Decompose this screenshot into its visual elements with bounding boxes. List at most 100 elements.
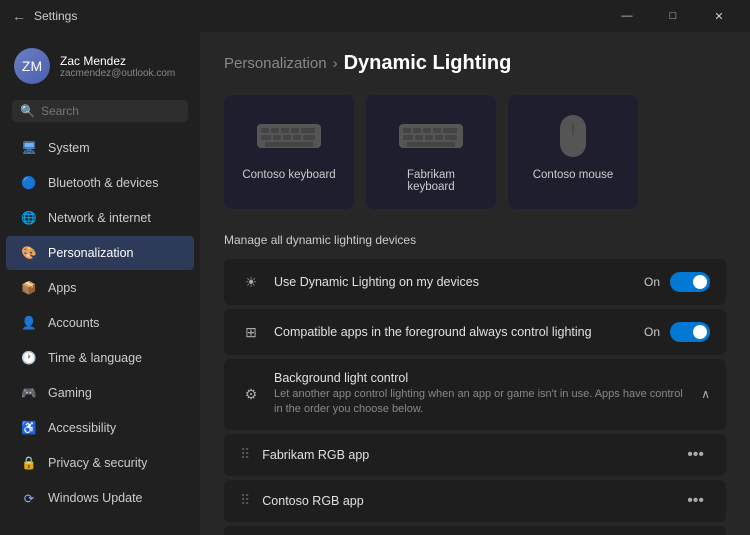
sidebar-item-accessibility[interactable]: ♿ Accessibility xyxy=(6,411,194,445)
avatar: ZM xyxy=(14,48,50,84)
bluetooth-icon: 🔵 xyxy=(20,174,38,192)
app-label-contoso-rgb: Contoso RGB app xyxy=(262,494,669,508)
accounts-icon: 👤 xyxy=(20,314,38,332)
personalization-icon: 🎨 xyxy=(20,244,38,262)
app-row-contoso-rgb: ⠿ Contoso RGB app ••• xyxy=(224,480,726,522)
sidebar-label-update: Windows Update xyxy=(48,491,143,505)
more-button-contoso-rgb[interactable]: ••• xyxy=(681,490,710,512)
page-header: Personalization › Dynamic Lighting xyxy=(224,52,726,75)
settings-rows: ☀ Use Dynamic Lighting on my devices On … xyxy=(224,259,726,430)
setting-row-brightness: ☀ Brightness Reset for all devices xyxy=(224,526,726,535)
time-icon: 🕐 xyxy=(20,349,38,367)
update-icon: ⟳ xyxy=(20,489,38,507)
chevron-background-light: ∧ xyxy=(701,387,710,401)
device-card-contoso-mouse[interactable]: Contoso mouse xyxy=(508,95,638,209)
sidebar-label-privacy: Privacy & security xyxy=(48,456,147,470)
search-icon: 🔍 xyxy=(20,104,35,118)
app-list-rows: ⠿ Fabrikam RGB app ••• ⠿ Contoso RGB app… xyxy=(224,434,726,522)
titlebar: ← Settings — □ ✕ xyxy=(0,0,750,32)
device-icon-area xyxy=(538,111,608,161)
setting-row-background-light: ⚙ Background light control Let another a… xyxy=(224,359,726,430)
setting-text-use-dynamic-lighting: Use Dynamic Lighting on my devices xyxy=(274,275,632,289)
sidebar-label-system: System xyxy=(48,141,90,155)
sidebar-label-apps: Apps xyxy=(48,281,77,295)
more-button-fabrikam-rgb[interactable]: ••• xyxy=(681,444,710,466)
sidebar-item-bluetooth[interactable]: 🔵 Bluetooth & devices xyxy=(6,166,194,200)
gaming-icon: 🎮 xyxy=(20,384,38,402)
setting-text-compatible-apps: Compatible apps in the foreground always… xyxy=(274,325,632,339)
sidebar-item-apps[interactable]: 📦 Apps xyxy=(6,271,194,305)
sidebar-item-network[interactable]: 🌐 Network & internet xyxy=(6,201,194,235)
sidebar-item-time[interactable]: 🕐 Time & language xyxy=(6,341,194,375)
sidebar-label-gaming: Gaming xyxy=(48,386,92,400)
privacy-icon: 🔒 xyxy=(20,454,38,472)
sidebar-item-accounts[interactable]: 👤 Accounts xyxy=(6,306,194,340)
minimize-button[interactable]: — xyxy=(604,0,650,32)
titlebar-title: Settings xyxy=(34,9,77,23)
app-row-fabrikam-rgb: ⠿ Fabrikam RGB app ••• xyxy=(224,434,726,476)
setting-title-background-light: Background light control xyxy=(274,371,689,385)
app-label-fabrikam-rgb: Fabrikam RGB app xyxy=(262,448,669,462)
device-label-fabrikam-keyboard: Fabrikam keyboard xyxy=(382,169,480,193)
sidebar-label-time: Time & language xyxy=(48,351,142,365)
toggle-compatible-apps[interactable] xyxy=(670,322,710,342)
sidebar-item-personalization[interactable]: 🎨 Personalization xyxy=(6,236,194,270)
toggle-label-compatible-apps: On xyxy=(644,325,660,339)
setting-title-compatible-apps: Compatible apps in the foreground always… xyxy=(274,325,632,339)
sidebar-item-privacy[interactable]: 🔒 Privacy & security xyxy=(6,446,194,480)
bottom-settings-rows: ☀ Brightness Reset for all devices ✏ Eff… xyxy=(224,526,726,535)
sidebar-item-system[interactable]: 🖥 System xyxy=(6,131,194,165)
sidebar-label-network: Network & internet xyxy=(48,211,151,225)
sidebar-label-accessibility: Accessibility xyxy=(48,421,116,435)
sidebar: ZM Zac Mendez zacmendez@outlook.com 🔍 🖥 … xyxy=(0,32,200,535)
titlebar-controls: — □ ✕ xyxy=(604,0,742,32)
toggle-label-use-dynamic-lighting: On xyxy=(644,275,660,289)
setting-desc-background-light: Let another app control lighting when an… xyxy=(274,387,689,418)
sidebar-label-accounts: Accounts xyxy=(48,316,99,330)
setting-row-compatible-apps: ⊞ Compatible apps in the foreground alwa… xyxy=(224,309,726,355)
drag-handle-fabrikam-rgb[interactable]: ⠿ xyxy=(240,446,250,463)
app-body: ZM Zac Mendez zacmendez@outlook.com 🔍 🖥 … xyxy=(0,32,750,535)
back-icon[interactable]: ← xyxy=(12,8,26,24)
close-button[interactable]: ✕ xyxy=(696,0,742,32)
device-label-contoso-keyboard: Contoso keyboard xyxy=(242,169,335,181)
toggle-group-use-dynamic-lighting: On xyxy=(644,272,710,292)
toggle-group-compatible-apps: On xyxy=(644,322,710,342)
apps-icon: 📦 xyxy=(20,279,38,297)
page-title: Dynamic Lighting xyxy=(344,52,512,75)
content-area: Personalization › Dynamic Lighting Conto… xyxy=(200,32,750,535)
user-section: ZM Zac Mendez zacmendez@outlook.com xyxy=(0,36,200,96)
accessibility-icon: ♿ xyxy=(20,419,38,437)
sidebar-item-gaming[interactable]: 🎮 Gaming xyxy=(6,376,194,410)
toggle-use-dynamic-lighting[interactable] xyxy=(670,272,710,292)
nav-list: 🖥 System 🔵 Bluetooth & devices 🌐 Network… xyxy=(0,130,200,516)
keyboard-icon xyxy=(255,120,323,152)
device-icon-area xyxy=(254,111,324,161)
setting-row-use-dynamic-lighting: ☀ Use Dynamic Lighting on my devices On xyxy=(224,259,726,305)
setting-icon-background-light: ⚙ xyxy=(240,383,262,405)
device-label-contoso-mouse: Contoso mouse xyxy=(533,169,614,181)
setting-row-top-background-light: ⚙ Background light control Let another a… xyxy=(240,371,710,418)
sidebar-item-update[interactable]: ⟳ Windows Update xyxy=(6,481,194,515)
system-icon: 🖥 xyxy=(20,139,38,157)
user-name: Zac Mendez xyxy=(60,54,175,68)
drag-handle-contoso-rgb[interactable]: ⠿ xyxy=(240,492,250,509)
search-box[interactable]: 🔍 xyxy=(12,100,188,122)
titlebar-left: ← Settings xyxy=(12,8,77,24)
mouse-icon xyxy=(558,113,588,159)
setting-icon-use-dynamic-lighting: ☀ xyxy=(240,271,262,293)
keyboard-icon xyxy=(397,120,465,152)
sidebar-label-bluetooth: Bluetooth & devices xyxy=(48,176,159,190)
maximize-button[interactable]: □ xyxy=(650,0,696,32)
device-cards: Contoso keyboard Fabrikam keyboard Conto… xyxy=(224,95,726,209)
device-card-fabrikam-keyboard[interactable]: Fabrikam keyboard xyxy=(366,95,496,209)
user-info: Zac Mendez zacmendez@outlook.com xyxy=(60,54,175,79)
setting-title-use-dynamic-lighting: Use Dynamic Lighting on my devices xyxy=(274,275,632,289)
device-icon-area xyxy=(396,111,466,161)
sidebar-label-personalization: Personalization xyxy=(48,246,133,260)
breadcrumb-parent: Personalization xyxy=(224,55,327,72)
search-input[interactable] xyxy=(41,104,196,118)
setting-text-background-light: Background light control Let another app… xyxy=(274,371,689,418)
device-card-contoso-keyboard[interactable]: Contoso keyboard xyxy=(224,95,354,209)
network-icon: 🌐 xyxy=(20,209,38,227)
